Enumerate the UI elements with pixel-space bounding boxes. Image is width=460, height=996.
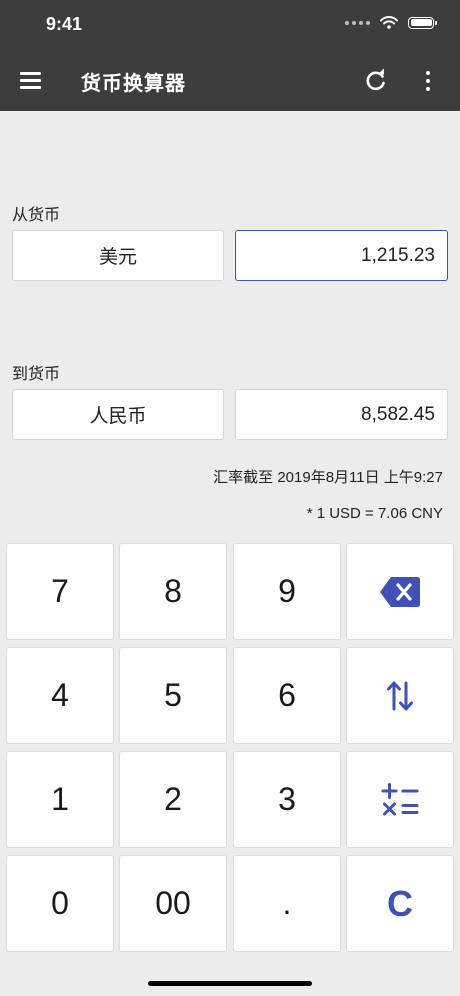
- toolbar: 货币换算器: [0, 50, 460, 111]
- menu-icon[interactable]: [18, 67, 44, 93]
- more-vert-icon[interactable]: [418, 68, 438, 94]
- status-icons: [345, 16, 437, 29]
- from-currency-select[interactable]: 美元: [12, 230, 224, 281]
- clear-label: C: [387, 882, 413, 924]
- key-decimal[interactable]: .: [233, 855, 341, 952]
- key-3[interactable]: 3: [233, 751, 341, 848]
- key-6[interactable]: 6: [233, 647, 341, 744]
- key-7[interactable]: 7: [6, 543, 114, 640]
- app-title: 货币换算器: [81, 73, 186, 95]
- rate-equation: * 1 USD = 7.06 CNY: [306, 505, 443, 522]
- clear-button[interactable]: C: [346, 855, 454, 952]
- from-currency-label: 从货币: [12, 207, 61, 224]
- to-amount-field[interactable]: 8,582.45: [235, 389, 448, 440]
- status-time: 9:41: [46, 14, 83, 34]
- backspace-icon: [380, 576, 420, 607]
- to-currency-label: 到货币: [12, 366, 61, 383]
- to-currency-select[interactable]: 人民币: [12, 389, 224, 440]
- battery-icon: [408, 16, 437, 29]
- key-2[interactable]: 2: [119, 751, 227, 848]
- key-4[interactable]: 4: [6, 647, 114, 744]
- key-5[interactable]: 5: [119, 647, 227, 744]
- backspace-button[interactable]: [346, 543, 454, 640]
- swap-icon: [387, 681, 413, 710]
- swap-button[interactable]: [346, 647, 454, 744]
- key-1[interactable]: 1: [6, 751, 114, 848]
- operators-button[interactable]: [346, 751, 454, 848]
- home-indicator: [148, 981, 312, 986]
- key-00[interactable]: 00: [119, 855, 227, 952]
- rate-updated-text: 汇率截至 2019年8月11日 上午9:27: [213, 469, 443, 486]
- key-9[interactable]: 9: [233, 543, 341, 640]
- operators-icon: [381, 782, 419, 815]
- refresh-icon[interactable]: [363, 68, 389, 94]
- status-bar: 9:41: [0, 0, 460, 50]
- app-header: 9:41 货币换算器: [0, 0, 460, 111]
- key-8[interactable]: 8: [119, 543, 227, 640]
- signal-icon: [345, 20, 370, 25]
- from-amount-input[interactable]: 1,215.23: [235, 230, 448, 281]
- keypad: 7 8 9 4 5 6 1 2 3 0 00 . C: [6, 543, 454, 952]
- key-0[interactable]: 0: [6, 855, 114, 952]
- wifi-icon: [380, 16, 398, 29]
